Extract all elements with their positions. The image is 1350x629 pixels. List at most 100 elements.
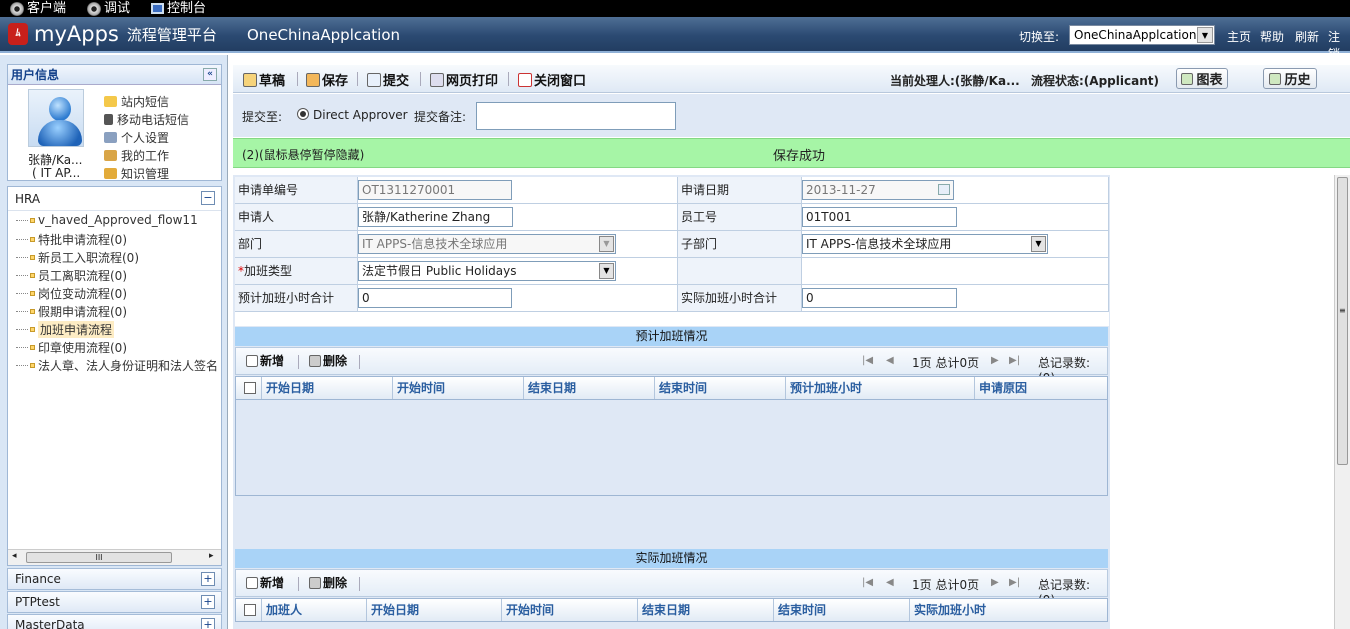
internal-message-link[interactable]: 站内短信 [104, 93, 169, 110]
apply-date-field[interactable]: 2013-11-27 [802, 180, 954, 200]
nav-item-selected[interactable]: 加班申请流程 [16, 321, 115, 338]
col-start-date[interactable]: 开始日期 [262, 377, 393, 399]
col-end-time[interactable]: 结束时间 [774, 599, 910, 621]
knowledge-link[interactable]: 知识管理 [104, 165, 169, 182]
direct-approver-radio[interactable] [297, 108, 309, 120]
help-link[interactable]: 帮助 [1260, 28, 1284, 45]
emp-no-field[interactable]: 01T001 [802, 207, 957, 227]
last-page-icon[interactable]: ▶| [1009, 577, 1020, 588]
logout-link[interactable]: 注销 [1328, 28, 1350, 62]
my-work-link[interactable]: 我的工作 [104, 147, 169, 164]
actual-add-button[interactable]: 新增 [246, 574, 284, 591]
planned-add-button[interactable]: 新增 [246, 352, 284, 369]
briefcase-icon [104, 150, 117, 161]
nav-item[interactable]: 新员工入职流程(0) [16, 249, 139, 266]
remark-textarea[interactable] [476, 102, 676, 130]
col-start-time[interactable]: 开始时间 [393, 377, 524, 399]
applicant-field[interactable]: 张静/Katherine Zhang [358, 207, 513, 227]
apply-no-field[interactable]: OT1311270001 [358, 180, 512, 200]
nav-item[interactable]: 法人章、法人身份证明和法人签名 [16, 357, 221, 374]
apply-no-cell: OT1311270001 [358, 177, 678, 204]
collapse-panel-icon[interactable]: « [203, 68, 217, 81]
expand-icon[interactable]: + [201, 595, 215, 609]
calendar-icon[interactable] [938, 184, 950, 195]
col-actual-hours[interactable]: 实际加班小时 [910, 599, 1107, 621]
col-end-time[interactable]: 结束时间 [655, 377, 786, 399]
trash-icon [309, 576, 321, 589]
refresh-link[interactable]: 刷新 [1295, 28, 1319, 45]
scroll-right-icon[interactable]: ▸ [209, 551, 214, 561]
nav-item[interactable]: 印章使用流程(0) [16, 339, 127, 356]
actual-total-field[interactable]: 0 [802, 288, 957, 308]
knowledge-icon [104, 168, 117, 179]
expand-icon[interactable]: + [201, 618, 215, 629]
close-window-button[interactable]: 关闭窗口 [518, 70, 586, 89]
draft-button[interactable]: 草稿 [243, 70, 285, 89]
add-icon [246, 354, 258, 367]
personal-settings-link[interactable]: 个人设置 [104, 129, 169, 146]
col-end-date[interactable]: 结束日期 [638, 599, 774, 621]
vscroll-thumb[interactable]: ≡ [1337, 177, 1348, 465]
home-link[interactable]: 主页 [1227, 28, 1251, 45]
prev-page-icon[interactable]: ◀ [886, 355, 894, 366]
save-button[interactable]: 保存 [306, 70, 348, 89]
planned-grid-header: 开始日期 开始时间 结束日期 结束时间 预计加班小时 申请原因 [235, 376, 1108, 400]
col-planned-hours[interactable]: 预计加班小时 [786, 377, 975, 399]
ot-type-select[interactable]: 法定节假日 Public Holidays ▼ [358, 261, 616, 281]
dept-select[interactable]: IT APPS-信息技术全球应用 ▼ [358, 234, 616, 254]
nav-group-hra[interactable]: HRA − [8, 187, 221, 211]
history-button[interactable]: 历史 [1263, 68, 1317, 89]
horizontal-scrollbar[interactable]: ◂ III ▸ [8, 549, 221, 565]
col-reason[interactable]: 申请原因 [975, 377, 1107, 399]
scroll-left-icon[interactable]: ◂ [12, 551, 17, 561]
collapse-icon[interactable]: − [201, 191, 215, 205]
gear-icon [10, 1, 24, 16]
expand-icon[interactable]: + [201, 572, 215, 586]
select-all-checkbox[interactable] [244, 382, 256, 394]
app-switch-select[interactable]: OneChinaApplcation ▼ [1069, 25, 1215, 45]
nav-group-ptptest[interactable]: PTPtest + [7, 591, 222, 613]
actual-section-title: 实际加班情况 [235, 549, 1108, 568]
prev-page-icon[interactable]: ◀ [886, 577, 894, 588]
actual-grid-toolbar: 新增 删除 |◀ ◀ 1页 总计0页 ▶ ▶| 总记录数:(0) [235, 569, 1108, 607]
col-end-date[interactable]: 结束日期 [524, 377, 655, 399]
nav-group-finance[interactable]: Finance + [7, 568, 222, 590]
vertical-scrollbar[interactable]: ≡ [1334, 175, 1350, 629]
client-menu[interactable]: 客户端 [10, 0, 66, 17]
last-page-icon[interactable]: ▶| [1009, 355, 1020, 366]
select-all-checkbox[interactable] [244, 604, 256, 616]
nav-item[interactable]: v_haved_Approved_flow11 [16, 213, 198, 227]
scroll-thumb[interactable]: III [26, 552, 172, 563]
debug-menu[interactable]: 调试 [87, 0, 130, 17]
nav-group-masterdata[interactable]: MasterData + [7, 614, 222, 629]
col-start-date[interactable]: 开始日期 [367, 599, 502, 621]
first-page-icon[interactable]: |◀ [862, 577, 873, 588]
empty-value-cell [802, 258, 1109, 285]
message-bar: (2)(鼠标悬停暂停隐藏) 保存成功 [233, 138, 1350, 168]
nav-panel: HRA − v_haved_Approved_flow11 特批申请流程(0) 新… [7, 186, 222, 566]
sms-link[interactable]: 移动电话短信 [104, 111, 189, 128]
subdept-select[interactable]: IT APPS-信息技术全球应用 ▼ [802, 234, 1048, 254]
flow-status: 流程状态:(Applicant) [1031, 74, 1159, 88]
planned-grid-body [235, 400, 1108, 496]
next-page-icon[interactable]: ▶ [991, 355, 999, 366]
item-icon [30, 217, 35, 223]
item-icon [30, 327, 35, 332]
submit-button[interactable]: 提交 [367, 70, 409, 89]
console-menu[interactable]: 控制台 [151, 0, 206, 17]
chart-button[interactable]: 图表 [1176, 68, 1228, 89]
nav-item[interactable]: 岗位变动流程(0) [16, 285, 127, 302]
actual-delete-button[interactable]: 删除 [309, 574, 347, 591]
next-page-icon[interactable]: ▶ [991, 577, 999, 588]
first-page-icon[interactable]: |◀ [862, 355, 873, 366]
col-worker[interactable]: 加班人 [262, 599, 367, 621]
planned-total-field[interactable]: 0 [358, 288, 512, 308]
nav-item[interactable]: 员工离职流程(0) [16, 267, 127, 284]
col-start-time[interactable]: 开始时间 [502, 599, 638, 621]
print-button[interactable]: 网页打印 [430, 70, 498, 89]
planned-delete-button[interactable]: 删除 [309, 352, 347, 369]
ot-type-label: *加班类型 [235, 258, 358, 285]
app-name: OneChinaApplcation [247, 26, 401, 44]
nav-item[interactable]: 假期申请流程(0) [16, 303, 127, 320]
nav-item[interactable]: 特批申请流程(0) [16, 231, 127, 248]
